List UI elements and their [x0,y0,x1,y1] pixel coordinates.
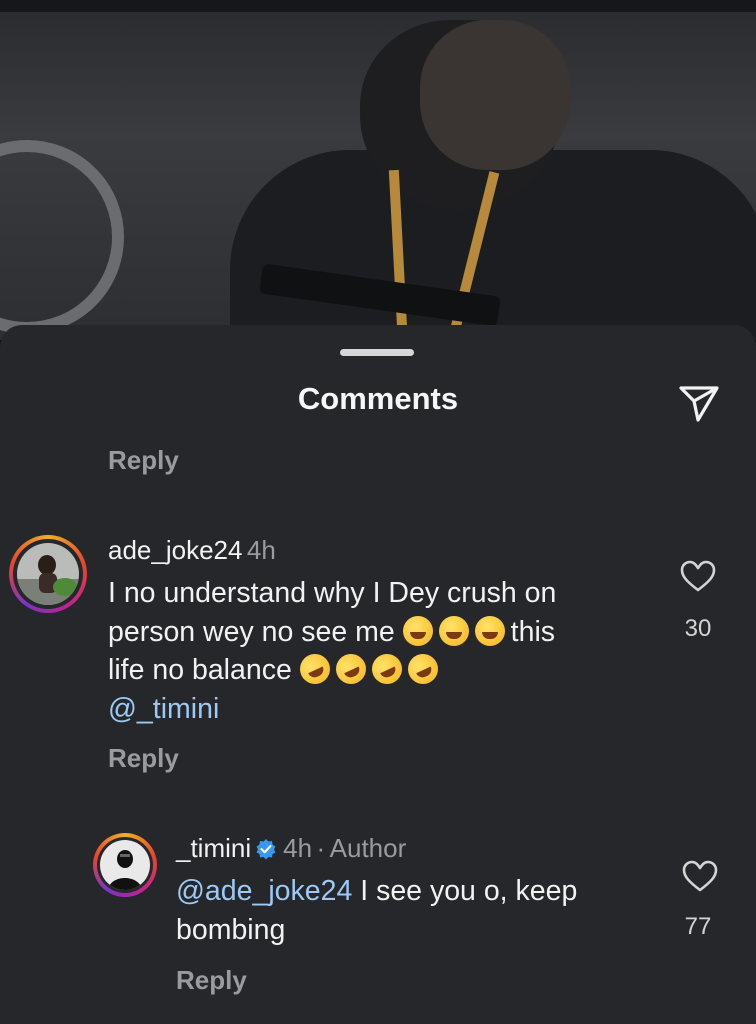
share-button[interactable] [676,379,722,425]
avatar-image [100,840,150,890]
username[interactable]: ade_joke24 [108,535,242,565]
reply-button[interactable]: Reply [176,965,247,996]
rolling-laughing-emoji-icon [402,649,443,689]
tears-of-joy-emoji-icon [438,615,469,646]
comments-sheet: Comments Reply ade_joke24 4h I no unders… [0,325,756,1024]
status-bar-strip [0,0,756,12]
comment-text: @ade_joke24 I see you o, keep bombing [176,875,578,946]
rolling-laughing-emoji-icon [366,649,407,689]
comment-header: ade_joke24 4h [108,535,276,566]
mention-link[interactable]: @ade_joke24 [176,875,352,907]
tears-of-joy-emoji-icon [402,615,433,646]
tears-of-joy-emoji-icon [474,615,505,646]
rolling-laughing-emoji-icon [294,649,335,689]
ring-light-shape [0,140,124,334]
paper-plane-icon [679,386,719,422]
mention-link[interactable]: @_timini [108,690,648,729]
comment-time: 4h [246,535,276,565]
heart-outline-icon[interactable] [680,560,716,592]
comment-text: I no understand why I Dey crush on perso… [108,574,648,728]
rolling-laughing-emoji-icon [330,649,371,689]
heart-outline-icon[interactable] [682,860,718,892]
sheet-drag-handle[interactable] [340,349,414,356]
avatar-image [17,543,79,605]
reply-button-previous[interactable]: Reply [108,445,179,476]
person-face-shape [420,20,570,170]
username[interactable]: _timini [176,833,251,863]
avatar-ade-joke24[interactable] [9,535,87,613]
reply-button[interactable]: Reply [108,743,179,774]
avatar-timini[interactable] [93,833,157,897]
like-count: 77 [684,913,712,940]
comment-time: 4h [283,833,313,863]
sheet-title: Comments [297,381,459,416]
author-badge: Author [329,833,407,863]
comment-header: _timini 4h · Author [176,833,407,863]
video-background [0,0,756,340]
like-count: 30 [684,615,712,642]
verified-badge-icon [256,839,276,860]
